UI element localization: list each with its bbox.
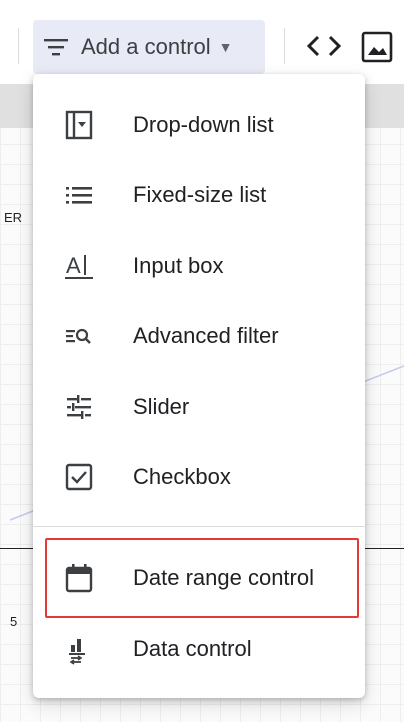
filter-icon: [44, 39, 68, 56]
canvas-label-5: 5: [10, 614, 18, 629]
menu-item-label: Fixed-size list: [133, 182, 267, 207]
add-a-control-button[interactable]: Add a control ▼: [33, 20, 265, 74]
menu-item-data-control[interactable]: Data control: [33, 621, 365, 677]
svg-text:A: A: [66, 253, 81, 278]
menu-item-label: Checkbox: [133, 464, 231, 489]
menu-item-label: Data control: [133, 636, 252, 661]
menu-item-fixed-size-list[interactable]: Fixed-size list: [33, 167, 365, 223]
menu-item-label: Slider: [133, 394, 190, 419]
menu-item-advanced-filter[interactable]: Advanced filter: [33, 308, 365, 364]
add-a-control-label: Add a control: [81, 34, 211, 59]
toolbar: Add a control ▼: [0, 0, 404, 84]
code-icon[interactable]: [304, 30, 344, 62]
fixed-size-list-icon: [63, 179, 95, 211]
data-control-icon: [63, 633, 95, 665]
menu-item-checkbox[interactable]: Checkbox: [33, 449, 365, 505]
menu-item-slider[interactable]: Slider: [33, 379, 365, 435]
drop-down-list-icon: [63, 109, 95, 141]
canvas-label-er: ER: [4, 210, 23, 225]
menu-item-label: Advanced filter: [133, 323, 279, 348]
menu-item-label: Input box: [133, 253, 224, 278]
input-box-icon: A: [63, 250, 95, 282]
image-icon[interactable]: [360, 30, 394, 64]
checkbox-icon: [63, 461, 95, 493]
menu-item-drop-down-list[interactable]: Drop-down list: [33, 97, 365, 153]
toolbar-divider: [18, 28, 19, 64]
highlight-box: [45, 538, 359, 618]
add-control-menu: Drop-down list Fixed-size list A Input b…: [33, 74, 365, 698]
chevron-down-icon: ▼: [218, 39, 233, 55]
menu-divider: [33, 526, 365, 527]
slider-icon: [63, 391, 95, 423]
advanced-filter-icon: [63, 320, 95, 352]
menu-item-input-box[interactable]: A Input box: [33, 238, 365, 294]
menu-item-label: Drop-down list: [133, 112, 274, 137]
toolbar-divider: [284, 28, 285, 64]
